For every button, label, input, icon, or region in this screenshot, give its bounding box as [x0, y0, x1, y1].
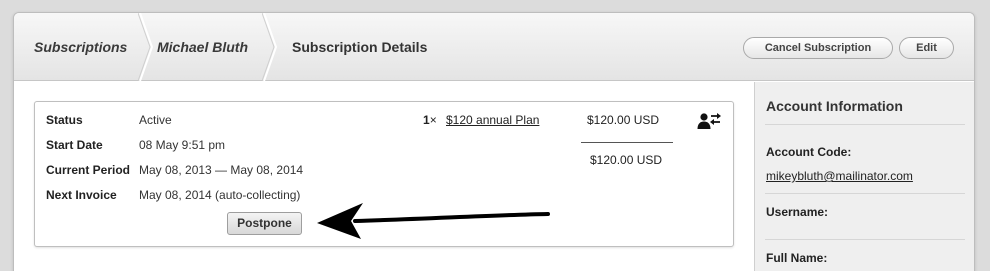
username-label: Username: — [766, 205, 829, 219]
account-sidebar: Account Information Account Code: mikeyb… — [754, 82, 974, 271]
breadcrumb-subscription-details: Subscription Details — [292, 39, 428, 55]
quantity-value: 1 — [423, 113, 430, 127]
user-swap-icon[interactable] — [697, 111, 723, 131]
start-date-value: 08 May 9:51 pm — [139, 138, 226, 152]
account-code-value[interactable]: mikeybluth@mailinator.com — [766, 169, 913, 183]
breadcrumb-separator-icon — [262, 13, 278, 81]
status-value: Active — [139, 113, 172, 127]
next-invoice-label: Next Invoice — [46, 188, 117, 202]
price-divider — [581, 142, 673, 143]
cancel-subscription-button[interactable]: Cancel Subscription — [743, 37, 893, 59]
current-period-value: May 08, 2013 — May 08, 2014 — [139, 163, 304, 177]
total-price: $120.00 USD — [590, 153, 663, 167]
plan-price: $120.00 USD — [587, 113, 660, 127]
edit-button[interactable]: Edit — [899, 37, 954, 59]
breadcrumb-michael-bluth[interactable]: Michael Bluth — [157, 39, 248, 55]
quantity-sign: × — [429, 113, 437, 127]
breadcrumb-subscriptions[interactable]: Subscriptions — [34, 39, 127, 55]
postpone-button[interactable]: Postpone — [227, 212, 302, 235]
account-code-label: Account Code: — [766, 145, 852, 159]
start-date-label: Start Date — [46, 138, 103, 152]
annotation-arrow-icon — [317, 203, 550, 239]
next-invoice-value: May 08, 2014 (auto-collecting) — [139, 188, 301, 202]
plan-quantity: 1× — [423, 113, 437, 127]
sidebar-divider — [765, 239, 965, 240]
breadcrumb-separator-icon — [138, 13, 154, 81]
plan-link[interactable]: $120 annual Plan — [446, 113, 539, 127]
current-period-label: Current Period — [46, 163, 131, 177]
full-name-label: Full Name: — [766, 251, 828, 265]
status-label: Status — [46, 113, 83, 127]
account-info-title: Account Information — [766, 98, 903, 114]
page-header: Subscriptions Michael Bluth Subscription… — [14, 13, 974, 81]
sidebar-divider — [765, 124, 965, 125]
sidebar-divider — [765, 193, 965, 194]
